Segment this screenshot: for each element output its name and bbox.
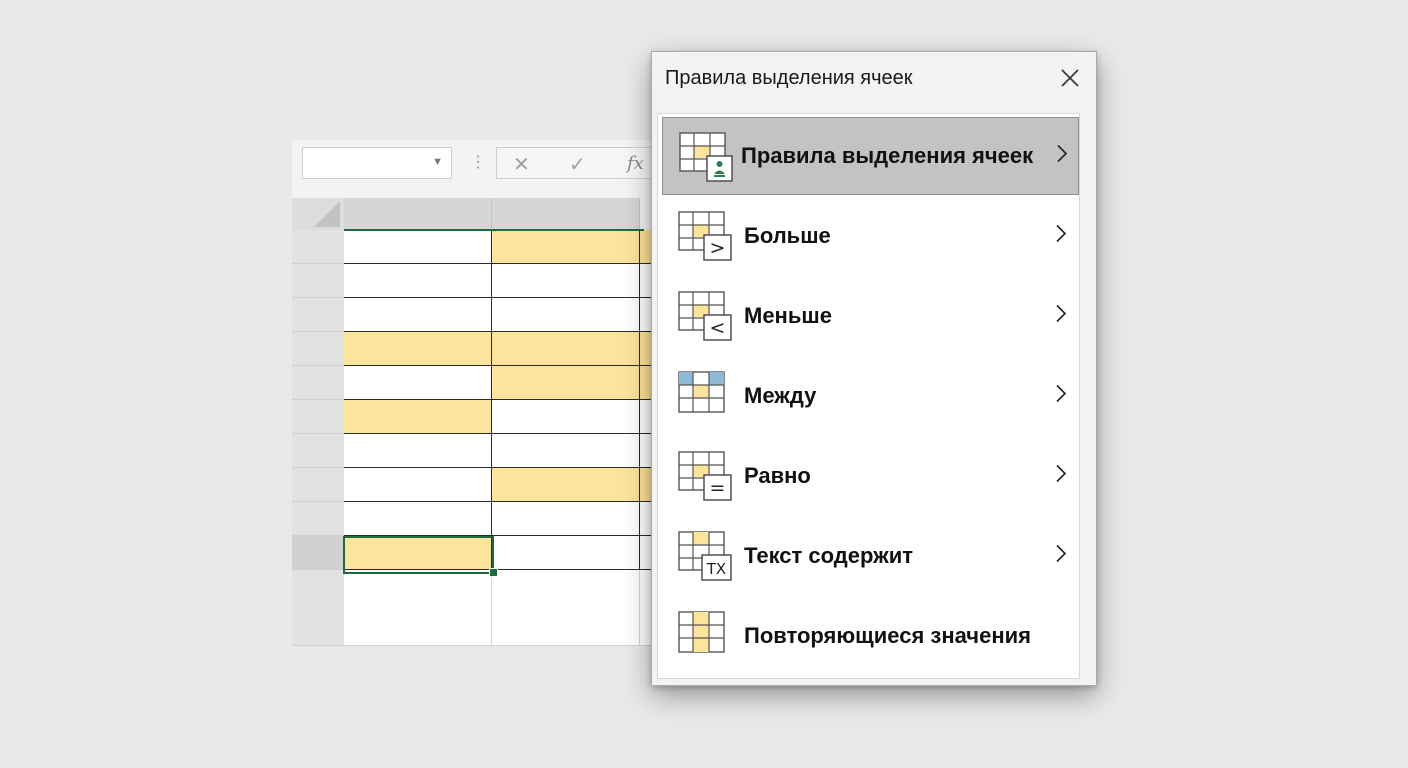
select-all-corner[interactable]: [292, 198, 344, 230]
menu-item-text-contains[interactable]: TX Текст содержит: [662, 517, 1079, 595]
menu-item-less-than[interactable]: < Меньше: [662, 277, 1079, 355]
highlighted-cell[interactable]: [344, 400, 492, 434]
menu-item-label: Меньше: [744, 303, 832, 328]
menu-item-label: Равно: [744, 463, 811, 488]
row-header[interactable]: [292, 400, 344, 434]
dialog-title: Правила выделения ячеек: [665, 67, 913, 89]
menu-item-label: Текст содержит: [744, 543, 914, 568]
menu-item-greater-than[interactable]: > Больше: [662, 197, 1079, 275]
greater-than-icon: >: [678, 211, 734, 268]
cell[interactable]: [492, 536, 640, 570]
row-header[interactable]: [292, 468, 344, 502]
greater-than-glyph: >: [710, 237, 726, 259]
menu-item-label: Повторяющиеся значения: [744, 623, 1031, 648]
close-icon[interactable]: [1057, 65, 1083, 91]
active-range-top-border: [344, 229, 644, 231]
highlighted-cell[interactable]: [344, 332, 492, 366]
row-header[interactable]: [292, 604, 344, 646]
cell[interactable]: [344, 502, 492, 536]
chevron-right-icon: [1055, 544, 1067, 569]
fill-handle[interactable]: [489, 568, 498, 577]
column-header[interactable]: [344, 198, 492, 230]
chevron-right-icon: [1055, 304, 1067, 329]
row-header[interactable]: [292, 332, 344, 366]
column-header[interactable]: [492, 198, 640, 230]
menu-item-between[interactable]: Между: [662, 357, 1079, 435]
row-header[interactable]: [292, 264, 344, 298]
less-than-icon: <: [678, 291, 734, 348]
cell[interactable]: [344, 434, 492, 468]
cell[interactable]: [492, 434, 640, 468]
cell[interactable]: [492, 604, 640, 646]
chevron-right-icon: [1056, 144, 1068, 169]
equal-to-icon: =: [678, 451, 734, 508]
chevron-right-icon: [1055, 224, 1067, 249]
menu-item-label: Больше: [744, 223, 831, 248]
highlight-cells-rules-dialog: Правила выделения ячеек Правила выделени…: [651, 51, 1097, 686]
chevron-right-icon: [1055, 384, 1067, 409]
cell[interactable]: [344, 298, 492, 332]
cell[interactable]: [492, 400, 640, 434]
cell[interactable]: [492, 502, 640, 536]
row-header[interactable]: [292, 298, 344, 332]
highlighted-cell[interactable]: [492, 230, 640, 264]
cancel-icon[interactable]: ✕: [513, 152, 530, 177]
cell[interactable]: [344, 604, 492, 646]
row-header[interactable]: [292, 536, 344, 570]
text-glyph: TX: [706, 560, 726, 578]
cell[interactable]: [492, 298, 640, 332]
highlight-rules-icon: [679, 132, 735, 189]
menu-item-highlight-rules[interactable]: Правила выделения ячеек: [662, 117, 1079, 195]
rules-menu: Правила выделения ячеек > Больше < Меньш…: [657, 113, 1080, 679]
menu-item-label: Между: [744, 383, 817, 408]
highlighted-cell[interactable]: [492, 366, 640, 400]
cell[interactable]: [344, 468, 492, 502]
cell[interactable]: [344, 366, 492, 400]
menu-item-equal-to[interactable]: = Равно: [662, 437, 1079, 515]
chevron-right-icon: [1055, 464, 1067, 489]
row-header[interactable]: [292, 366, 344, 400]
cell[interactable]: [344, 230, 492, 264]
between-icon: [678, 371, 734, 428]
highlighted-cell[interactable]: [492, 332, 640, 366]
enter-icon[interactable]: ✓: [569, 152, 586, 177]
text-contains-icon: TX: [678, 531, 734, 588]
formula-bar-separator: ⋮: [470, 154, 486, 171]
cell[interactable]: [344, 264, 492, 298]
name-box[interactable]: ▼: [302, 147, 452, 179]
formula-bar: ✕ ✓ fx: [496, 147, 676, 179]
duplicate-values-icon: [678, 611, 734, 668]
menu-item-duplicate-values[interactable]: Повторяющиеся значения: [662, 597, 1079, 675]
equal-glyph: =: [710, 477, 726, 499]
cell[interactable]: [492, 264, 640, 298]
row-header[interactable]: [292, 230, 344, 264]
row-header[interactable]: [292, 434, 344, 468]
menu-item-label: Правила выделения ячеек: [741, 143, 1034, 168]
insert-function-icon[interactable]: fx: [627, 153, 644, 174]
highlighted-cell[interactable]: [492, 468, 640, 502]
dropdown-arrow-icon[interactable]: ▼: [432, 156, 443, 168]
less-than-glyph: <: [710, 317, 726, 339]
row-header[interactable]: [292, 502, 344, 536]
active-cell[interactable]: [343, 536, 494, 574]
